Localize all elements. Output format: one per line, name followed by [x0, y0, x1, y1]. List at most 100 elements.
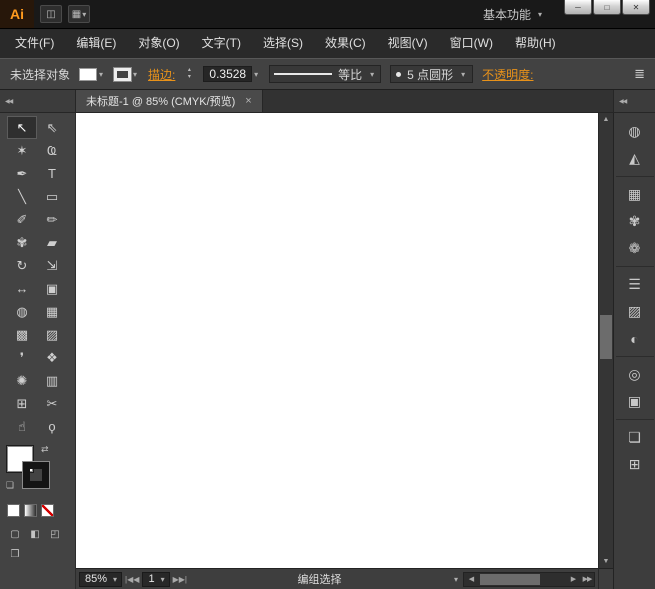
scale-tool[interactable]: ⇲	[37, 254, 67, 277]
graphic-styles-panel[interactable]: ▣	[621, 389, 649, 414]
lasso-tool[interactable]: Ҩ	[37, 139, 67, 162]
toolbar-collapse-icon[interactable]: ◀◀	[0, 90, 76, 112]
artboards-panel[interactable]: ⊞	[621, 452, 649, 477]
scroll-right-icon[interactable]: ▶	[566, 575, 580, 583]
column-graph-tool[interactable]: ▥	[37, 369, 67, 392]
color-mode-button[interactable]	[7, 504, 20, 517]
opacity-panel-link[interactable]: 不透明度:	[482, 66, 533, 83]
blob-brush-tool[interactable]: ✾	[7, 231, 37, 254]
menu-select[interactable]: 选择(S)	[252, 29, 314, 58]
arrange-documents-icon[interactable]: ▦ ▾	[68, 5, 90, 23]
free-transform-tool[interactable]: ▣	[37, 277, 67, 300]
none-mode-button[interactable]	[41, 504, 54, 517]
magic-wand-tool[interactable]: ✶	[7, 139, 37, 162]
hand-tool[interactable]: ☝	[7, 415, 37, 438]
artboard-canvas[interactable]	[76, 113, 598, 568]
close-button[interactable]: ✕	[622, 0, 650, 15]
symbol-sprayer-tool[interactable]: ✺	[7, 369, 37, 392]
menu-window[interactable]: 窗口(W)	[439, 29, 504, 58]
color-guide-panel[interactable]: ◭	[621, 146, 649, 171]
document-tab[interactable]: 未标题-1 @ 85% (CMYK/预览) ×	[76, 90, 263, 112]
slice-tool[interactable]: ✂	[37, 392, 67, 415]
tab-close-icon[interactable]: ×	[245, 95, 251, 107]
menu-type[interactable]: 文字(T)	[191, 29, 252, 58]
draw-inside-icon[interactable]: ◰	[47, 527, 63, 541]
symbols-panel[interactable]: ❁	[621, 236, 649, 261]
transparency-panel[interactable]: ◐	[621, 326, 649, 351]
stepper-up-icon[interactable]: ▴	[184, 67, 194, 74]
mesh-tool[interactable]: ▩	[7, 323, 37, 346]
direct-selection-tool[interactable]: ⇖	[37, 116, 67, 139]
width-profile-combo[interactable]: 等比 ▾	[269, 65, 381, 83]
blend-tool[interactable]: ❖	[37, 346, 67, 369]
bridge-icon[interactable]: ◫	[40, 5, 62, 23]
rotate-tool[interactable]: ↻	[7, 254, 37, 277]
last-artboard-button[interactable]: ▶|	[179, 575, 187, 584]
gradient-panel[interactable]: ▨	[621, 299, 649, 324]
vertical-scroll-track[interactable]	[599, 126, 613, 555]
menu-object[interactable]: 对象(O)	[127, 29, 190, 58]
stepper-down-icon[interactable]: ▾	[184, 74, 194, 81]
gradient-tool[interactable]: ▨	[37, 323, 67, 346]
prev-artboard-button[interactable]: ◀	[133, 575, 139, 584]
swatches-panel[interactable]: ▦	[621, 182, 649, 207]
draw-behind-icon[interactable]: ◧	[27, 527, 43, 541]
chevron-down-icon[interactable]: ▾	[99, 70, 103, 79]
line-segment-tool[interactable]: ╲	[7, 185, 37, 208]
control-panel-menu-icon[interactable]: ≣	[634, 66, 645, 82]
brush-definition-combo[interactable]: 5 点圆形 ▾	[390, 65, 473, 83]
eraser-tool[interactable]: ▰	[37, 231, 67, 254]
paintbrush-tool[interactable]: ✐	[7, 208, 37, 231]
stroke-panel[interactable]: ☰	[621, 272, 649, 297]
eyedropper-tool[interactable]: ❜	[7, 346, 37, 369]
default-fill-stroke-icon[interactable]: ❏	[6, 480, 14, 491]
rectangle-tool[interactable]: ▭	[37, 185, 67, 208]
chevron-down-icon[interactable]: ▾	[133, 70, 137, 79]
chevron-down-icon[interactable]: ▾	[254, 70, 258, 79]
menu-help[interactable]: 帮助(H)	[504, 29, 567, 58]
brushes-panel[interactable]: ✾	[621, 209, 649, 234]
fill-color-picker[interactable]: ▾	[79, 65, 105, 83]
artboard-number-combo[interactable]: 1 ▾	[142, 572, 169, 587]
scroll-up-icon[interactable]: ▲	[599, 113, 613, 126]
vertical-scroll-thumb[interactable]	[600, 315, 612, 359]
draw-normal-icon[interactable]: ▢	[7, 527, 23, 541]
pen-tool[interactable]: ✒	[7, 162, 37, 185]
stroke-panel-link[interactable]: 描边:	[148, 66, 175, 83]
stroke-color-picker[interactable]: ▾	[114, 65, 139, 83]
pencil-tool[interactable]: ✏	[37, 208, 67, 231]
stroke-swatch[interactable]	[23, 462, 49, 488]
minimize-button[interactable]: ─	[564, 0, 592, 15]
scroll-down-icon[interactable]: ▼	[599, 555, 613, 568]
perspective-grid-tool[interactable]: ▦	[37, 300, 67, 323]
stroke-weight-value[interactable]: 0.3528	[203, 66, 252, 82]
menu-edit[interactable]: 编辑(E)	[65, 29, 127, 58]
maximize-button[interactable]: □	[593, 0, 621, 15]
screen-mode-button[interactable]: ❒	[7, 547, 23, 561]
zoom-level-combo[interactable]: 85% ▾	[79, 572, 122, 587]
shape-builder-tool[interactable]: ◍	[7, 300, 37, 323]
artboard-tool[interactable]: ⊞	[7, 392, 37, 415]
workspace-switcher[interactable]: 基本功能 ▾	[483, 6, 544, 23]
scroll-left-icon[interactable]: ◀	[464, 575, 478, 583]
status-message[interactable]: 编组选择	[190, 571, 449, 587]
stroke-color-swatch[interactable]	[114, 68, 131, 81]
appearance-panel[interactable]: ◎	[621, 362, 649, 387]
selection-tool[interactable]: ↖	[7, 116, 37, 139]
width-tool[interactable]: ↔	[7, 277, 37, 300]
vertical-scrollbar[interactable]: ▲ ▼	[598, 113, 613, 589]
stroke-weight-combo[interactable]: 0.3528 ▾	[203, 65, 260, 83]
menu-file[interactable]: 文件(F)	[4, 29, 65, 58]
horizontal-scrollbar[interactable]: ◀ ▶ ▶▶	[463, 572, 595, 587]
type-tool[interactable]: T	[37, 162, 67, 185]
menu-effect[interactable]: 效果(C)	[314, 29, 377, 58]
status-menu-icon[interactable]: ▾	[454, 575, 458, 584]
horizontal-scroll-track[interactable]	[478, 573, 566, 586]
scroll-fast-right-icon[interactable]: ▶▶	[580, 575, 594, 583]
color-panel[interactable]: ◍	[621, 119, 649, 144]
stroke-weight-stepper[interactable]: ▴ ▾	[184, 67, 194, 81]
layers-panel[interactable]: ❏	[621, 425, 649, 450]
gradient-mode-button[interactable]	[24, 504, 37, 517]
menu-view[interactable]: 视图(V)	[377, 29, 439, 58]
dock-collapse-icon[interactable]: ◀◀	[613, 90, 655, 112]
